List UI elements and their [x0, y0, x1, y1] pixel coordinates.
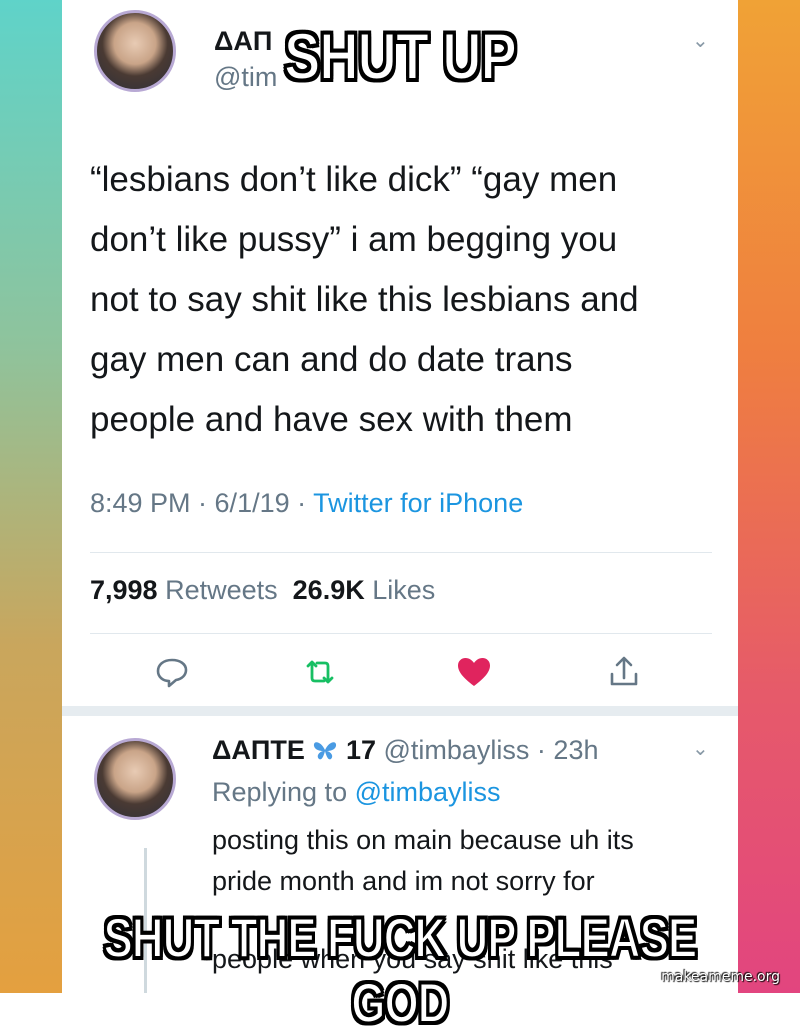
butterfly-icon [312, 735, 346, 765]
tweet-stats: 7,998 Retweets 26.9K Likes [90, 575, 435, 606]
like-heart-icon[interactable] [452, 650, 496, 694]
reply-header: ΔΑΠΤΕ 17 @timbayliss · 23h [212, 735, 598, 766]
meme-bottom-caption: SHUT THE FUCK UP PLEASE GOD [103, 905, 698, 1035]
tweet-text-line: not to say shit like this lesbians and [90, 280, 639, 319]
tweet-text-line: don’t like pussy” i am begging you [90, 220, 618, 259]
reply-handle-time[interactable]: @timbayliss · 23h [384, 735, 599, 765]
reply-text-line: posting this on main because uh its [212, 825, 634, 855]
likes-label[interactable]: Likes [365, 575, 435, 605]
retweet-icon[interactable] [298, 650, 342, 694]
reply-author-name[interactable]: ΔΑΠΤΕ [212, 735, 305, 765]
right-color-strip [738, 0, 800, 993]
divider [90, 633, 712, 634]
section-separator [62, 706, 738, 716]
tweet-text-line: “lesbians don’t like dick” “gay men [90, 160, 618, 199]
reply-text-line: pride month and im not sorry for [212, 866, 595, 896]
reply-avatar[interactable] [94, 738, 176, 820]
replying-prefix: Replying to [212, 777, 355, 807]
tweet-text-line: people and have sex with them [90, 400, 573, 439]
reply-badge: 17 [345, 735, 376, 765]
reply-icon[interactable] [150, 650, 194, 694]
chevron-down-icon[interactable]: ⌄ [692, 736, 709, 761]
left-color-strip [0, 0, 62, 993]
meme-top-caption: SHUT UP [283, 18, 517, 94]
retweets-label[interactable]: Retweets [158, 575, 278, 605]
tweet-text: “lesbians don’t like dick” “gay men don’… [90, 150, 710, 450]
retweets-count[interactable]: 7,998 [90, 575, 158, 605]
divider [90, 552, 712, 553]
share-icon[interactable] [602, 650, 646, 694]
tweet-text-line: gay men can and do date trans [90, 340, 573, 379]
replying-handle-link[interactable]: @timbayliss [355, 777, 501, 807]
tweet-timestamp: 8:49 PM · 6/1/19 · Twitter for iPhone [90, 488, 523, 519]
replying-to: Replying to @timbayliss [212, 777, 501, 808]
tweet-source-link[interactable]: Twitter for iPhone [313, 488, 523, 518]
tweet-time[interactable]: 8:49 PM · 6/1/19 · [90, 488, 313, 518]
watermark: makeameme.org [661, 969, 780, 985]
likes-count[interactable]: 26.9K [293, 575, 365, 605]
tweet-card: ΔΑΠ @tim ⌄ “lesbians don’t like dick” “g… [62, 0, 738, 993]
